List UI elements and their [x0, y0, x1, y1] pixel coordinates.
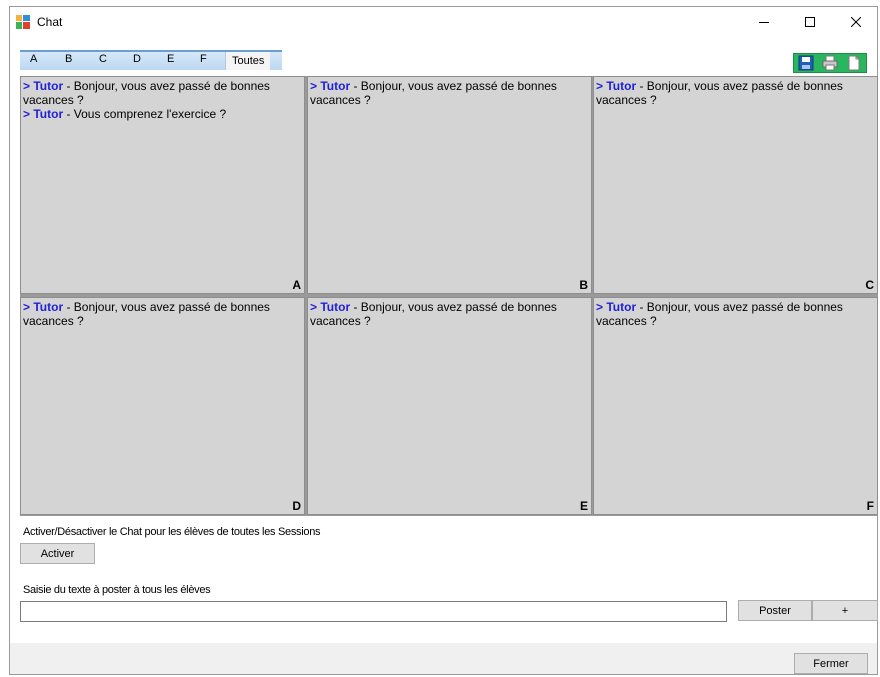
- message-text: - Vous comprenez l'exercice ?: [63, 107, 227, 121]
- activate-button[interactable]: Activer: [20, 543, 95, 564]
- message-list: > Tutor - Bonjour, vous avez passé de bo…: [310, 300, 587, 328]
- chat-message: > Tutor - Vous comprenez l'exercice ?: [23, 107, 300, 121]
- chat-message: > Tutor - Bonjour, vous avez passé de bo…: [596, 79, 873, 107]
- activation-label: Activer/Désactiver le Chat pour les élèv…: [23, 526, 321, 538]
- minimize-icon: [759, 22, 769, 23]
- session-panels-grid: > Tutor - Bonjour, vous avez passé de bo…: [20, 76, 878, 516]
- chat-message: > Tutor - Bonjour, vous avez passé de bo…: [596, 300, 873, 328]
- chat-message: > Tutor - Bonjour, vous avez passé de bo…: [23, 79, 300, 107]
- chat-message: > Tutor - Bonjour, vous avez passé de bo…: [310, 300, 587, 328]
- tab-d[interactable]: D: [133, 53, 141, 65]
- panel-label: B: [579, 278, 588, 292]
- post-button[interactable]: Poster: [738, 600, 812, 621]
- message-list: > Tutor - Bonjour, vous avez passé de bo…: [596, 300, 873, 328]
- print-icon[interactable]: [821, 55, 839, 71]
- tab-a[interactable]: A: [30, 53, 37, 65]
- panel-label: E: [579, 499, 588, 513]
- tab-f[interactable]: F: [200, 53, 207, 65]
- document-icon[interactable]: [845, 55, 863, 71]
- save-icon[interactable]: [797, 55, 815, 71]
- close-button[interactable]: [833, 7, 879, 37]
- message-list: > Tutor - Bonjour, vous avez passé de bo…: [23, 300, 300, 328]
- tab-b[interactable]: B: [65, 53, 72, 65]
- chat-window: Chat A B C D E F Toutes > Tutor - Bonjou…: [9, 6, 878, 675]
- session-panel-b: > Tutor - Bonjour, vous avez passé de bo…: [307, 76, 592, 294]
- session-panel-f: > Tutor - Bonjour, vous avez passé de bo…: [593, 297, 878, 515]
- message-list: > Tutor - Bonjour, vous avez passé de bo…: [596, 79, 873, 107]
- close-window-button[interactable]: Fermer: [794, 653, 868, 674]
- window-title: Chat: [37, 15, 63, 29]
- close-icon: [851, 17, 861, 27]
- post-label: Saisie du texte à poster à tous les élèv…: [23, 584, 211, 596]
- chat-message: > Tutor - Bonjour, vous avez passé de bo…: [23, 300, 300, 328]
- message-author: > Tutor: [23, 107, 64, 121]
- panel-label: D: [292, 499, 301, 513]
- tab-all[interactable]: Toutes: [225, 52, 271, 70]
- message-author: > Tutor: [596, 300, 637, 314]
- panel-label: A: [292, 278, 301, 292]
- chat-message: > Tutor - Bonjour, vous avez passé de bo…: [310, 79, 587, 107]
- message-list: > Tutor - Bonjour, vous avez passé de bo…: [23, 79, 300, 121]
- plus-button[interactable]: +: [812, 600, 878, 621]
- message-author: > Tutor: [310, 300, 351, 314]
- toolbar: [793, 53, 867, 73]
- tab-e[interactable]: E: [167, 53, 174, 65]
- panel-label: C: [865, 278, 874, 292]
- session-panel-e: > Tutor - Bonjour, vous avez passé de bo…: [307, 297, 592, 515]
- session-panel-a: > Tutor - Bonjour, vous avez passé de bo…: [20, 76, 305, 294]
- app-icon: [16, 15, 30, 29]
- session-panel-d: > Tutor - Bonjour, vous avez passé de bo…: [20, 297, 305, 515]
- post-text-input[interactable]: [20, 601, 727, 622]
- message-author: > Tutor: [310, 79, 351, 93]
- maximize-icon: [805, 17, 815, 27]
- message-list: > Tutor - Bonjour, vous avez passé de bo…: [310, 79, 587, 107]
- tab-c[interactable]: C: [99, 53, 107, 65]
- title-bar: Chat: [10, 7, 877, 37]
- message-author: > Tutor: [23, 300, 64, 314]
- panel-label: F: [866, 499, 874, 513]
- message-author: > Tutor: [23, 79, 64, 93]
- footer-bar: Fermer: [10, 643, 877, 674]
- session-panel-c: > Tutor - Bonjour, vous avez passé de bo…: [593, 76, 878, 294]
- session-tabs: A B C D E F Toutes: [20, 50, 282, 70]
- maximize-button[interactable]: [787, 7, 833, 37]
- message-author: > Tutor: [596, 79, 637, 93]
- minimize-button[interactable]: [741, 7, 787, 37]
